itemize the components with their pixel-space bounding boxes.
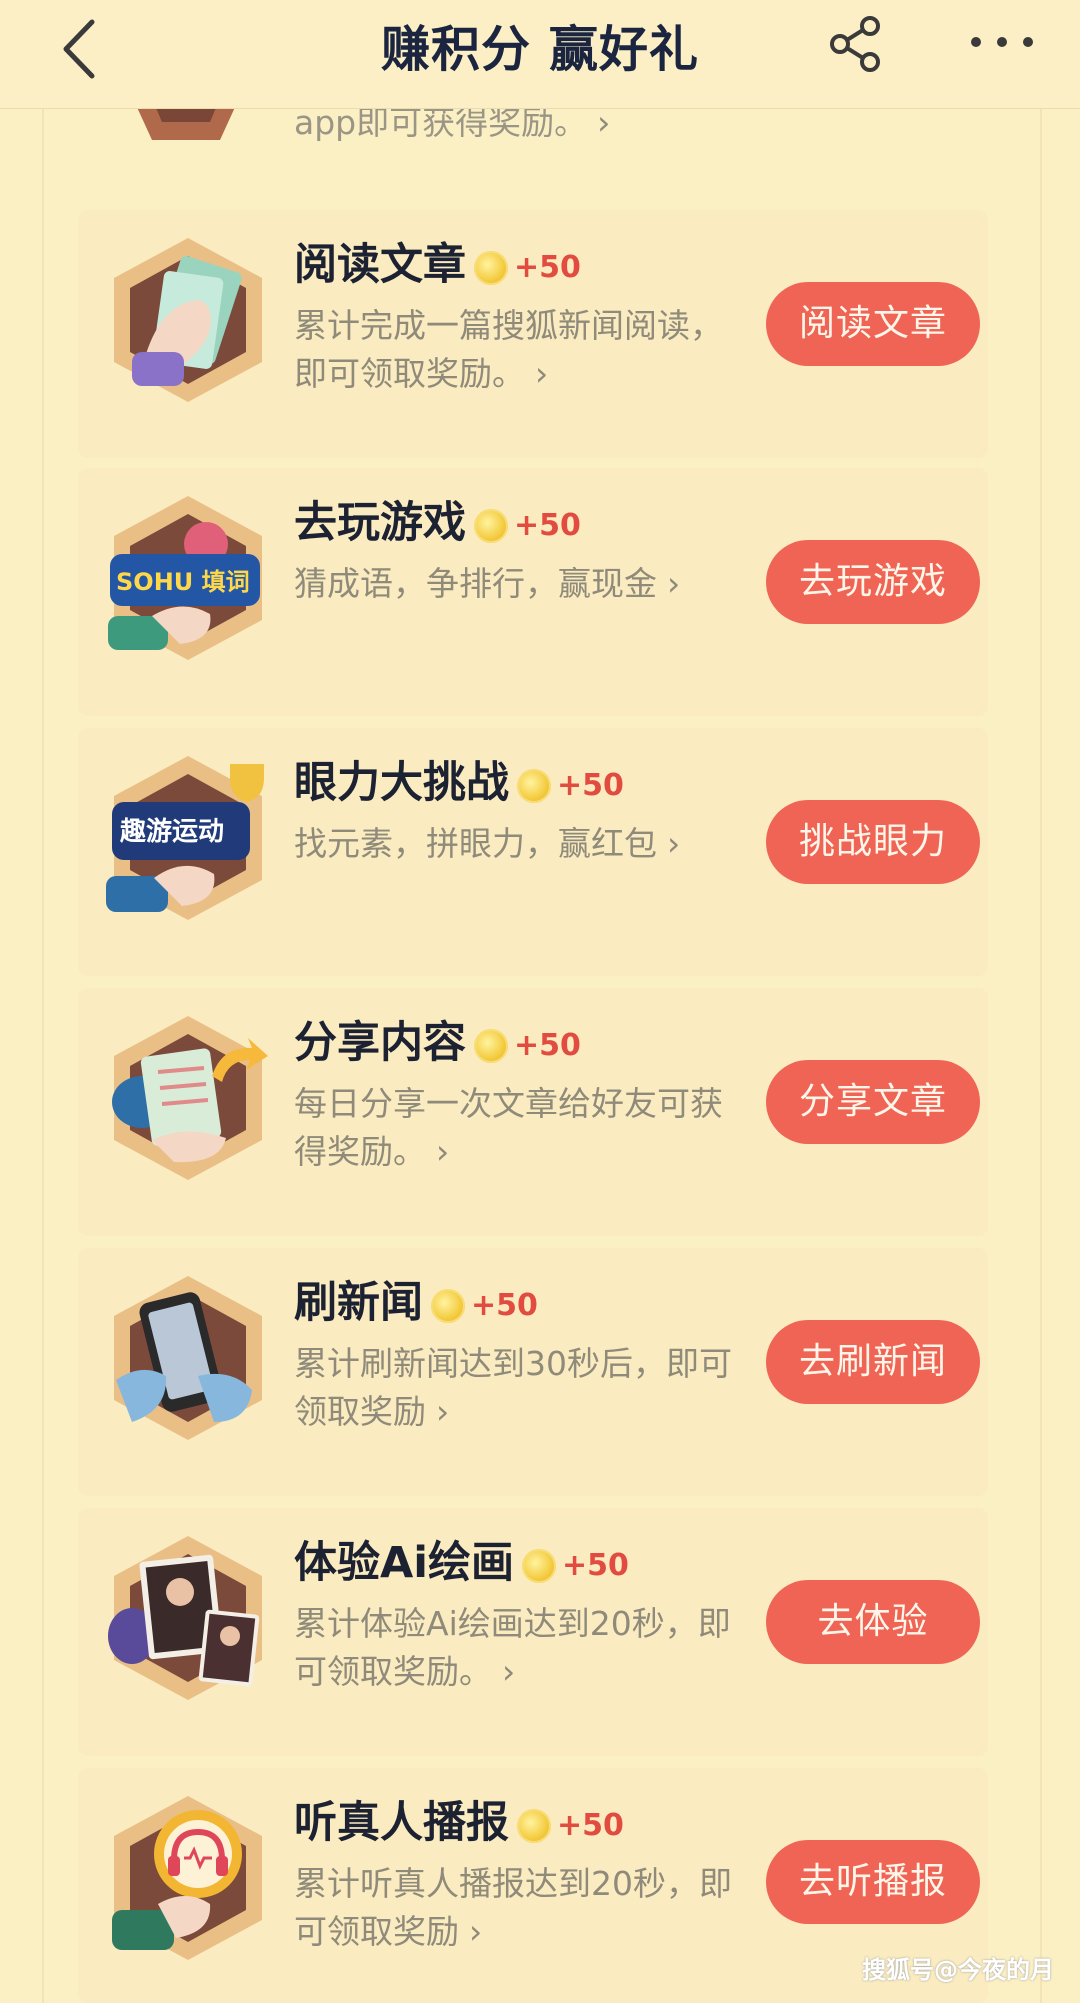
task-desc-text: 每日分享一次文章给好友可获得奖励。 (294, 1084, 723, 1171)
task-desc[interactable]: 累计听真人播报达到20秒，即可领取奖励 › (294, 1860, 744, 1956)
share-article-button[interactable]: 分享文章 (766, 1060, 980, 1144)
task-row-ai-painting: 体验Ai绘画 +50 累计体验Ai绘画达到20秒，即可领取奖励。 › 去体验 (78, 1508, 988, 1756)
try-ai-painting-button[interactable]: 去体验 (766, 1580, 980, 1664)
game-icon: SOHU 填词 (108, 496, 262, 660)
coin-icon (517, 1808, 551, 1843)
page-title: 赚积分 赢好礼 (380, 21, 700, 78)
task-row-eyesight: 趣游运动 眼力大挑战 +50 找元素，拼眼力，赢红包 › 挑战眼力 (78, 728, 988, 976)
chevron-right-icon: › (667, 824, 681, 863)
task-title: 去玩游戏 (294, 498, 466, 548)
headphones-icon (112, 1796, 262, 1960)
trophy-game-icon: 趣游运动 (106, 756, 264, 920)
chevron-right-icon: › (436, 1132, 450, 1171)
task-desc[interactable]: 累计体验Ai绘画达到20秒，即可领取奖励。 › (294, 1600, 744, 1696)
task-title: 听真人播报 (294, 1798, 509, 1848)
coin-icon (474, 250, 508, 285)
task-title: 眼力大挑战 (294, 758, 509, 808)
coin-icon (474, 508, 508, 543)
chevron-right-icon: › (469, 1912, 483, 1951)
points-badge: +50 (514, 1028, 581, 1063)
task-title: 阅读文章 (294, 240, 466, 290)
share-article-icon (112, 1016, 268, 1180)
task-desc-text: 找元素，拼眼力，赢红包 (294, 824, 657, 863)
points-badge: +50 (514, 250, 581, 285)
task-row-news: 刷新闻 +50 累计刷新闻达到30秒后，即可领取奖励 › 去刷新闻 (78, 1248, 988, 1496)
coin-icon (474, 1028, 508, 1063)
coin-icon (517, 768, 551, 803)
challenge-eyesight-button[interactable]: 挑战眼力 (766, 800, 980, 884)
task-title: 刷新闻 (294, 1278, 423, 1328)
task-row-game: SOHU 填词 去玩游戏 +50 猜成语，争排行，赢现金 › 去玩游戏 (78, 468, 988, 716)
task-row-share: 分享内容 +50 每日分享一次文章给好友可获得奖励。 › 分享文章 (78, 988, 988, 1236)
task-row-read: 阅读文章 +50 累计完成一篇搜狐新闻阅读，即可领取奖励。 › 阅读文章 (78, 210, 988, 458)
chevron-right-icon: › (667, 564, 681, 603)
more-icon[interactable] (966, 22, 1038, 62)
svg-text:趣游运动: 趣游运动 (119, 817, 224, 847)
watermark: 搜狐号@今夜的月 (862, 1956, 1054, 1984)
task-desc-text: 累计完成一篇搜狐新闻阅读，即可领取奖励。 (294, 306, 723, 393)
points-badge: +50 (557, 1808, 624, 1843)
coin-icon (431, 1288, 465, 1323)
coin-icon (522, 1548, 557, 1583)
svg-text:SOHU 填词: SOHU 填词 (116, 568, 250, 596)
read-article-button[interactable]: 阅读文章 (766, 282, 980, 366)
chevron-right-icon: › (436, 1392, 450, 1431)
chevron-right-icon: › (535, 354, 549, 393)
task-desc-text: 猜成语，争排行，赢现金 (294, 564, 657, 603)
phone-news-icon (114, 1276, 262, 1440)
points-badge: +50 (471, 1288, 538, 1323)
task-desc[interactable]: 每日分享一次文章给好友可获得奖励。 › (294, 1080, 744, 1176)
share-icon[interactable] (826, 14, 886, 74)
points-badge: +50 (557, 768, 624, 803)
points-badge: +50 (514, 508, 581, 543)
top-bar: 赚积分 赢好礼 (0, 0, 1080, 109)
task-title: 分享内容 (294, 1018, 466, 1068)
reading-hand-icon (114, 238, 262, 402)
task-title: 体验Ai绘画 (294, 1538, 515, 1588)
browse-news-button[interactable]: 去刷新闻 (766, 1320, 980, 1404)
task-desc[interactable]: 累计刷新闻达到30秒后，即可领取奖励 › (294, 1340, 744, 1436)
task-desc[interactable]: 累计完成一篇搜狐新闻阅读，即可领取奖励。 › (294, 302, 744, 398)
ai-painting-icon (108, 1536, 262, 1700)
task-row-audio: 听真人播报 +50 累计听真人播报达到20秒，即可领取奖励 › 去听播报 (78, 1768, 988, 2003)
play-game-button[interactable]: 去玩游戏 (766, 540, 980, 624)
task-desc-text: 累计听真人播报达到20秒，即可领取奖励 (294, 1864, 732, 1951)
listen-broadcast-button[interactable]: 去听播报 (766, 1840, 980, 1924)
chevron-right-icon: › (502, 1652, 516, 1691)
points-badge: +50 (562, 1548, 629, 1583)
task-desc-text: 累计刷新闻达到30秒后，即可领取奖励 (294, 1344, 732, 1431)
